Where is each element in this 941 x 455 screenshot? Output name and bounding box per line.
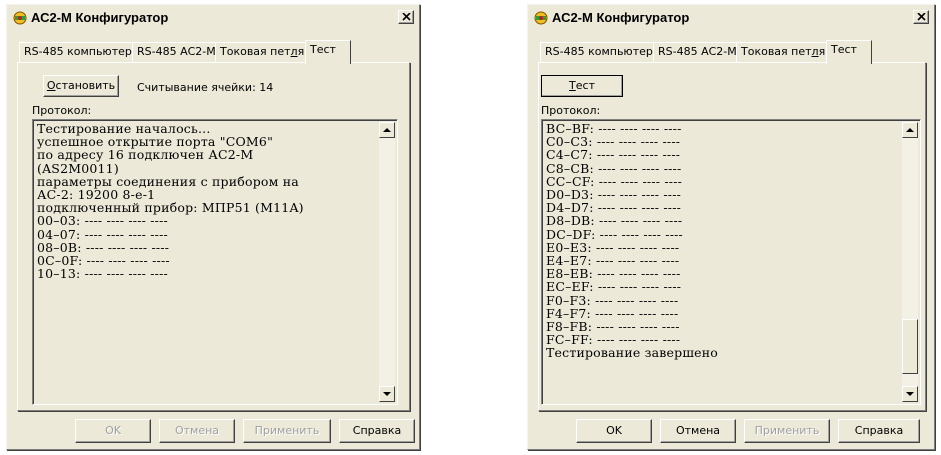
tab-test[interactable]: Тест <box>826 40 872 64</box>
app-icon <box>13 11 27 25</box>
log-line: D8–DB: ---- ---- ---- ---- <box>546 213 683 229</box>
tab-test[interactable]: Тест <box>305 40 351 64</box>
tab-label: RS-485 компьютера <box>545 45 660 58</box>
protocol-log-text: Тестирование началось... успешное открыти… <box>37 122 304 282</box>
scroll-down-button[interactable] <box>379 386 395 402</box>
tab-label: я <box>818 45 826 58</box>
tab-rs485-computer[interactable]: RS-485 компьютера <box>19 42 144 62</box>
scroll-down-arrow-icon <box>906 392 914 396</box>
protocol-label: Протокол: <box>541 104 601 117</box>
protocol-log[interactable]: BC–BF: ---- ---- ---- ---- C0–C3: ---- --… <box>541 119 921 405</box>
tab-label: Тест <box>310 43 336 56</box>
scroll-thumb[interactable] <box>902 319 918 374</box>
log-line: EC–EF: ---- ---- ---- ---- <box>546 279 682 295</box>
ok-button[interactable]: OK <box>75 419 151 443</box>
log-line: 04–07: ---- ---- ---- ---- <box>37 226 168 242</box>
tab-panel-test: Тест Протокол: BC–BF: ---- ---- ---- ---… <box>538 62 926 411</box>
scroll-up-arrow-icon <box>383 128 391 132</box>
window-title: АС2-М Конфигуратор <box>552 10 690 25</box>
tab-label: RS-485 компьютера <box>24 45 139 58</box>
status-text: Считывание ячейки: 14 <box>137 81 274 94</box>
window-title: АС2-М Конфигуратор <box>31 10 169 25</box>
tab-label: Тест <box>831 43 857 56</box>
test-button-label: ест <box>575 79 595 92</box>
help-button[interactable]: Справка <box>838 419 920 443</box>
scroll-down-button[interactable] <box>902 386 918 402</box>
tab-label: я <box>297 45 305 58</box>
test-button-accel: Т <box>569 79 576 92</box>
scroll-up-button[interactable] <box>902 122 918 138</box>
protocol-log-text: BC–BF: ---- ---- ---- ---- C0–C3: ---- --… <box>546 122 718 360</box>
help-button[interactable]: Справка <box>339 419 415 443</box>
protocol-log[interactable]: Тестирование началось... успешное открыти… <box>32 119 398 405</box>
apply-button[interactable]: Применить <box>243 419 331 443</box>
close-button[interactable] <box>398 10 414 24</box>
tab-strip: RS-485 компьютера RS-485 АС2-М Токовая п… <box>19 40 409 64</box>
log-line: 10–13: ---- ---- ---- ---- <box>37 266 168 282</box>
scroll-up-button[interactable] <box>379 122 395 138</box>
close-button[interactable] <box>913 10 929 24</box>
tab-panel-test: Остановить Считывание ячейки: 14 Протоко… <box>17 62 410 411</box>
title-bar[interactable]: АС2-М Конфигуратор <box>528 5 934 31</box>
title-bar[interactable]: АС2-М Конфигуратор <box>7 5 419 31</box>
stop-button-accel: О <box>46 79 56 92</box>
ok-button[interactable]: OK <box>576 419 652 443</box>
log-line: Тестирование завершено <box>546 345 719 361</box>
log-scrollbar[interactable] <box>902 122 918 402</box>
tab-label: RS-485 АС2-М <box>137 45 216 58</box>
tab-label-accel: л <box>811 45 819 58</box>
stop-button-label: становить <box>55 79 116 92</box>
app-icon <box>534 11 548 25</box>
log-line: (AS2M0011) <box>37 160 119 176</box>
tab-rs485-computer[interactable]: RS-485 компьютера <box>540 42 665 62</box>
config-window-finished: АС2-М Конфигуратор RS-485 компьютера RS-… <box>527 4 935 450</box>
cancel-button[interactable]: Отмена <box>159 419 235 443</box>
tab-current-loop[interactable]: Токовая петля <box>215 42 310 62</box>
log-line: C8–CB: ---- ---- ---- ---- <box>546 160 682 176</box>
test-button[interactable]: Тест <box>541 75 623 97</box>
log-line: по адресу 16 подключен АС2-М <box>37 147 254 163</box>
tab-label-accel: л <box>290 45 298 58</box>
close-icon <box>917 13 926 21</box>
tab-label: Токовая пет <box>220 45 291 58</box>
stop-button[interactable]: Остановить <box>43 75 119 97</box>
close-icon <box>402 13 411 21</box>
log-line: DC–DF: ---- ---- ---- ---- <box>546 226 683 242</box>
tab-label: RS-485 АС2-М <box>658 45 737 58</box>
protocol-label: Протокол: <box>32 104 92 117</box>
log-line: F0–F3: ---- ---- ---- ---- <box>546 292 679 308</box>
tab-current-loop[interactable]: Токовая петля <box>736 42 831 62</box>
log-line: C4–C7: ---- ---- ---- ---- <box>546 147 681 163</box>
log-scrollbar[interactable] <box>379 122 395 402</box>
tab-strip: RS-485 компьютера RS-485 АС2-М Токовая п… <box>540 40 924 64</box>
tab-label: Токовая пет <box>741 45 812 58</box>
cancel-button[interactable]: Отмена <box>660 419 736 443</box>
scroll-up-arrow-icon <box>906 128 914 132</box>
log-line: 00–03: ---- ---- ---- ---- <box>37 213 168 229</box>
config-window-running: АС2-М Конфигуратор RS-485 компьютера RS-… <box>6 4 420 450</box>
apply-button[interactable]: Применить <box>744 419 830 443</box>
tab-rs485-ac2m[interactable]: RS-485 АС2-М <box>653 42 742 62</box>
scroll-down-arrow-icon <box>383 392 391 396</box>
tab-rs485-ac2m[interactable]: RS-485 АС2-М <box>132 42 221 62</box>
